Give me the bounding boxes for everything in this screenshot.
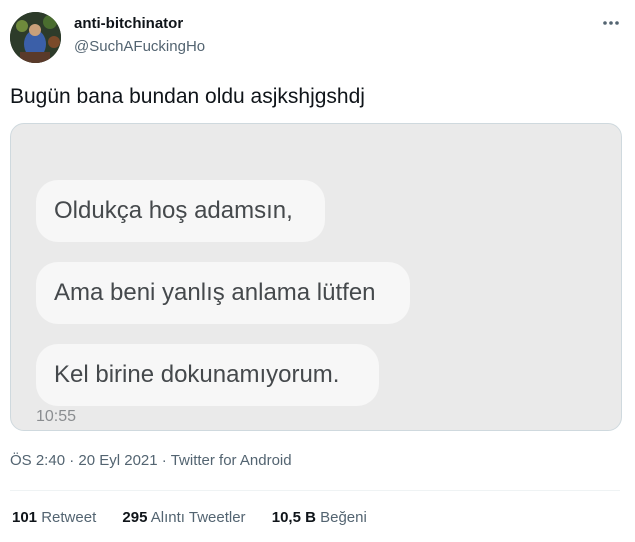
meta-separator: · xyxy=(69,452,75,469)
avatar-image xyxy=(10,12,61,63)
tweet-time[interactable]: ÖS 2:40 xyxy=(10,452,65,469)
tweet-text: Bugün bana bundan oldu asjkshjgshdj xyxy=(10,85,365,108)
likes-label: Beğeni xyxy=(320,509,367,526)
quotes-label: Alıntı Tweetler xyxy=(150,509,246,526)
tweet-stats: 101 Retweet 295 Alıntı Tweetler 10,5 B B… xyxy=(12,509,389,526)
meta-separator: · xyxy=(161,452,167,469)
chat-bubble-1: Oldukça hoş adamsın, xyxy=(36,180,325,242)
user-handle[interactable]: @SuchAFuckingHo xyxy=(74,38,205,55)
quotes-stat[interactable]: 295 Alıntı Tweetler xyxy=(122,509,245,526)
retweets-count: 101 xyxy=(12,509,38,526)
tweet-meta: ÖS 2:40 · 20 Eyl 2021 · Twitter for Andr… xyxy=(10,452,292,469)
chat-timestamp: 10:55 xyxy=(36,408,77,425)
quotes-count: 295 xyxy=(122,509,148,526)
likes-stat[interactable]: 10,5 B Beğeni xyxy=(272,509,367,526)
likes-count: 10,5 B xyxy=(271,509,316,526)
tweet-media-image[interactable]: Oldukça hoş adamsın, Ama beni yanlış anl… xyxy=(10,123,622,431)
retweets-stat[interactable]: 101 Retweet xyxy=(12,509,96,526)
tweet-date[interactable]: 20 Eyl 2021 xyxy=(78,452,157,469)
retweets-label: Retweet xyxy=(41,509,97,526)
chat-bubble-3: Kel birine dokunamıyorum. xyxy=(36,344,379,406)
divider xyxy=(10,490,620,491)
display-name[interactable]: anti-bitchinator xyxy=(74,15,183,32)
more-dots-icon[interactable] xyxy=(600,12,622,34)
tweet-source[interactable]: Twitter for Android xyxy=(171,452,292,469)
avatar[interactable] xyxy=(10,12,61,63)
chat-bubble-2: Ama beni yanlış anlama lütfen xyxy=(36,262,410,324)
